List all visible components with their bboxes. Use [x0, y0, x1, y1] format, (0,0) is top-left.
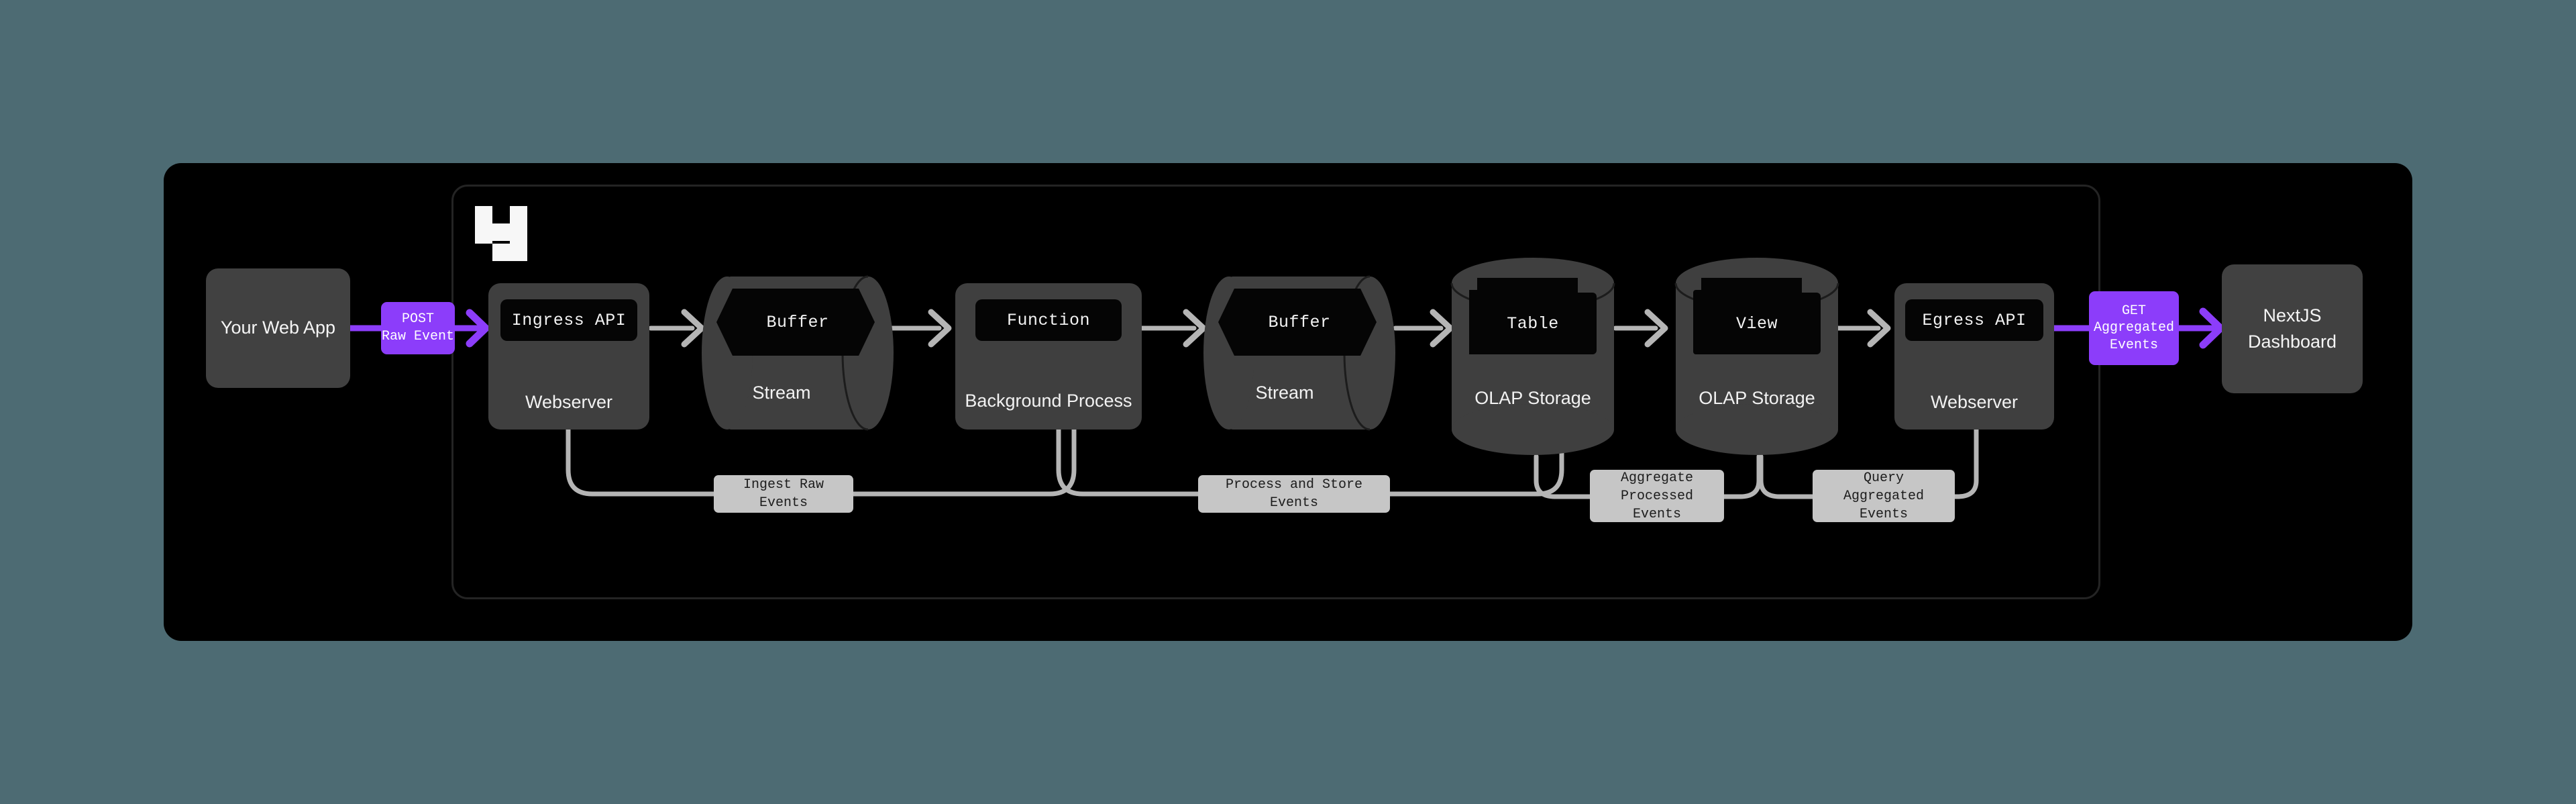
- badge-get-aggregated-events-line-2: Aggregated: [2093, 320, 2175, 336]
- edge-label-process-and-store-events: Process and Store Events: [1198, 475, 1390, 513]
- badge-get-aggregated-events-line-1: GET: [2121, 303, 2146, 319]
- badge-get-aggregated-events-line-3: Events: [2109, 337, 2158, 353]
- node-ingress-api[interactable]: Ingress API Webserver: [488, 283, 649, 430]
- node-view[interactable]: View OLAP Storage: [1674, 256, 1839, 456]
- edge-label-query-aggregated-events-line-2: Aggregated Events: [1843, 488, 1925, 522]
- moose-logo-icon: [475, 206, 527, 261]
- edge-label-aggregate-processed-events: Aggregate Processed Events: [1590, 470, 1724, 522]
- node-function[interactable]: Function Background Process: [955, 283, 1142, 430]
- edge-label-process-and-store-events-line-1: Process and Store Events: [1225, 477, 1363, 511]
- diagram-canvas: .ln { fill:none; stroke:#b5b5b5; stroke-…: [0, 0, 2576, 804]
- edge-label-aggregate-processed-events-line-2: Processed Events: [1620, 488, 1694, 522]
- badge-post-raw-event-line-2: Raw Event: [381, 329, 455, 344]
- node-function-chip: Function: [975, 299, 1122, 341]
- node-table[interactable]: Table OLAP Storage: [1450, 256, 1615, 456]
- badge-post-raw-event-line-1: POST: [401, 311, 434, 328]
- node-ingress-api-chip: Ingress API: [500, 299, 637, 341]
- node-buffer-stream-2-chip: Buffer: [1268, 312, 1331, 332]
- node-table-chip: Table: [1469, 293, 1597, 354]
- badge-post-raw-event[interactable]: POST Raw Event: [381, 302, 455, 354]
- node-nextjs-dashboard-line-2: Dashboard: [2247, 332, 2337, 352]
- node-egress-api-subtitle: Webserver: [1930, 392, 2019, 412]
- edge-label-ingest-raw-events: Ingest Raw Events: [714, 475, 853, 513]
- edge-label-query-aggregated-events-line-1: Query: [1863, 470, 1904, 486]
- edge-label-ingest-raw-events-line-1: Ingest Raw Events: [743, 477, 824, 511]
- node-nextjs-dashboard-line-1: NextJS: [2263, 305, 2322, 325]
- edge-label-aggregate-processed-events-line-1: Aggregate: [1620, 470, 1694, 486]
- node-your-web-app[interactable]: Your Web App: [206, 268, 350, 388]
- node-nextjs-dashboard[interactable]: NextJS Dashboard: [2222, 264, 2363, 393]
- badge-get-aggregated-events[interactable]: GET Aggregated Events: [2089, 291, 2179, 365]
- node-buffer-stream-1[interactable]: Buffer Stream: [702, 275, 894, 431]
- node-buffer-stream-2[interactable]: Buffer Stream: [1203, 275, 1395, 431]
- node-view-chip: View: [1693, 293, 1821, 354]
- node-your-web-app-label: Your Web App: [220, 317, 336, 338]
- node-function-subtitle: Background Process: [965, 391, 1132, 411]
- node-egress-api-chip: Egress API: [1905, 299, 2043, 341]
- node-ingress-api-subtitle: Webserver: [525, 392, 613, 412]
- node-egress-api[interactable]: Egress API Webserver: [1894, 283, 2054, 430]
- node-buffer-stream-1-chip: Buffer: [766, 312, 829, 332]
- edge-label-query-aggregated-events: Query Aggregated Events: [1813, 470, 1955, 522]
